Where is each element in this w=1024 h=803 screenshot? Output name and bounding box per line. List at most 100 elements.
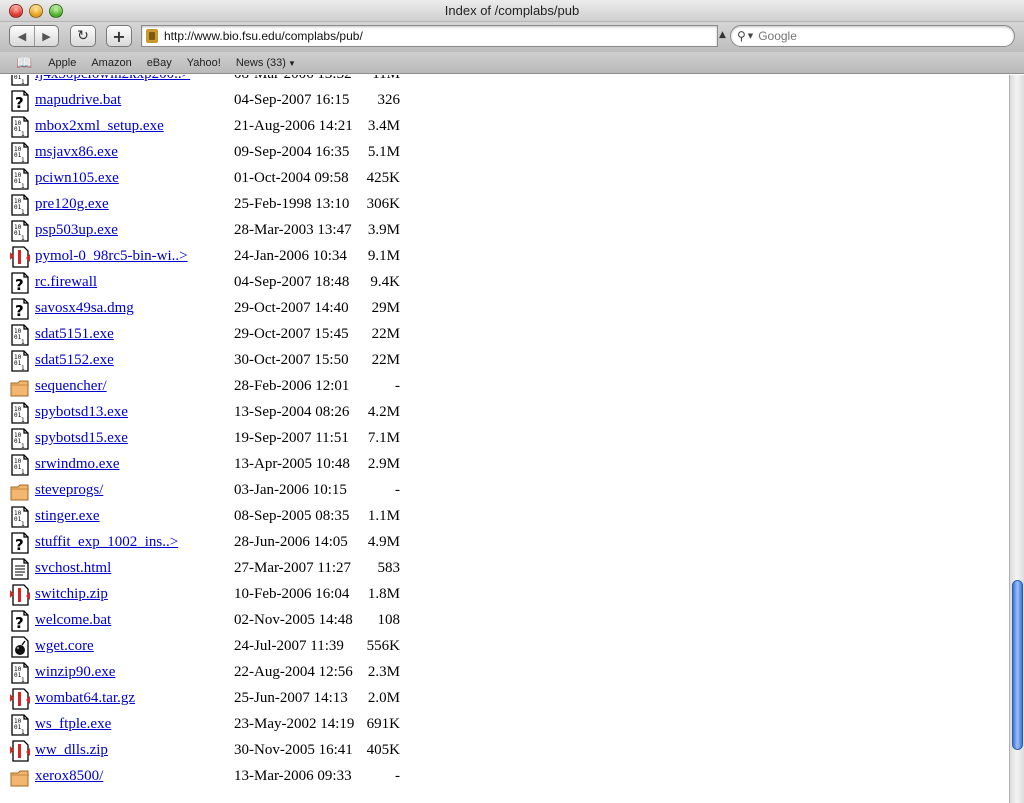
file-size: 4.9M <box>367 534 400 550</box>
compressed-file-icon[interactable] <box>10 688 30 710</box>
file-link[interactable]: pymol-0_98rc5-bin-wi..> <box>35 248 188 265</box>
file-link[interactable]: stuffit_exp_1002_ins..> <box>35 534 178 551</box>
file-link[interactable]: spybotsd13.exe <box>35 404 128 421</box>
text-file-icon[interactable] <box>10 558 30 580</box>
file-link[interactable]: svchost.html <box>35 560 111 577</box>
file-link[interactable]: savosx49sa.dmg <box>35 300 134 317</box>
binary-file-icon[interactable]: 10011 <box>10 454 30 476</box>
bookmark-yahoo[interactable]: Yahoo! <box>187 57 221 69</box>
compressed-file-icon[interactable] <box>10 246 30 268</box>
binary-file-icon[interactable]: 10011 <box>10 714 30 736</box>
binary-file-icon[interactable]: 10011 <box>10 220 30 242</box>
compressed-file-icon[interactable] <box>10 740 30 762</box>
file-modified-date: 09-Sep-2004 16:35 <box>234 144 350 160</box>
vertical-scrollbar[interactable] <box>1009 75 1024 803</box>
svg-text:?: ? <box>15 94 24 112</box>
binary-file-icon[interactable]: 10011 <box>10 428 30 450</box>
table-row: steveprogs/03-Jan-2006 10:15 - <box>0 477 420 503</box>
file-size: 2.0M <box>367 690 400 706</box>
binary-file-icon[interactable]: 10011 <box>10 142 30 164</box>
file-link[interactable]: ww_dlls.zip <box>35 742 108 759</box>
file-link[interactable]: sdat5152.exe <box>35 352 114 369</box>
folder-icon[interactable] <box>10 376 30 398</box>
binary-file-icon[interactable]: 10011 <box>10 75 30 86</box>
bookmarks-book-icon[interactable]: 📖 <box>16 55 32 71</box>
unknown-file-icon[interactable]: ? <box>10 298 30 320</box>
unknown-file-icon[interactable]: ? <box>10 532 30 554</box>
search-menu-arrow-icon[interactable]: ▼ <box>748 32 753 40</box>
file-link[interactable]: pre120g.exe <box>35 196 109 213</box>
scrollbar-thumb[interactable] <box>1012 580 1023 750</box>
unknown-file-icon[interactable]: ? <box>10 90 30 112</box>
search-input[interactable] <box>758 29 989 43</box>
binary-file-icon[interactable]: 10011 <box>10 194 30 216</box>
file-size: 306K <box>366 196 400 212</box>
core-dump-icon[interactable] <box>10 636 30 658</box>
folder-icon[interactable] <box>10 766 30 788</box>
table-row: 10 01 1 stinger.exe 08-Sep-2005 08:35 1.1M <box>0 503 420 529</box>
svg-text:1: 1 <box>21 729 25 736</box>
file-link[interactable]: wombat64.tar.gz <box>35 690 135 707</box>
table-row: 10 01 1 psp503up.exe 28-Mar-2003 13:47 3.9M <box>0 217 420 243</box>
file-link[interactable]: stinger.exe <box>35 508 100 525</box>
file-link[interactable]: xerox8500/ <box>35 768 103 785</box>
bookmark-amazon[interactable]: Amazon <box>91 57 131 69</box>
unknown-file-icon[interactable]: ? <box>10 272 30 294</box>
close-window-button[interactable] <box>9 4 23 18</box>
binary-file-icon[interactable]: 10011 <box>10 506 30 528</box>
minimize-window-button[interactable] <box>29 4 43 18</box>
table-row: 10 01 1 pciwn105.exe 01-Oct-2004 09:58 425K <box>0 165 420 191</box>
file-link[interactable]: winzip90.exe <box>35 664 115 681</box>
binary-file-icon[interactable]: 10011 <box>10 350 30 372</box>
svg-text:?: ? <box>15 614 24 632</box>
binary-file-icon[interactable]: 10011 <box>10 168 30 190</box>
file-link[interactable]: spybotsd15.exe <box>35 430 128 447</box>
search-field[interactable]: ⚲ ▼ <box>730 25 1015 47</box>
file-link[interactable]: srwindmo.exe <box>35 456 120 473</box>
address-text[interactable]: http://www.bio.fsu.edu/complabs/pub/ <box>164 29 363 43</box>
file-link[interactable]: lj4x50pcl6win2kxp200..> <box>35 75 190 83</box>
file-link[interactable]: psp503up.exe <box>35 222 118 239</box>
file-modified-date: 24-Jan-2006 10:34 <box>234 248 347 264</box>
forward-arrow-icon: ▶ <box>42 29 51 43</box>
bookmark-apple[interactable]: Apple <box>48 57 76 69</box>
file-modified-date: 03-Jan-2006 10:15 <box>234 482 347 498</box>
binary-file-icon[interactable]: 10011 <box>10 402 30 424</box>
file-link[interactable]: switchip.zip <box>35 586 108 603</box>
folder-icon[interactable] <box>10 480 30 502</box>
bookmark-news-menu[interactable]: News (33) ▼ <box>236 57 296 69</box>
binary-file-icon[interactable]: 10011 <box>10 662 30 684</box>
title-bar: Index of /complabs/pub <box>0 0 1024 22</box>
file-size: 691K <box>366 716 400 732</box>
file-link[interactable]: rc.firewall <box>35 274 97 291</box>
file-link[interactable]: mapudrive.bat <box>35 92 121 109</box>
file-size: 405K <box>366 742 400 758</box>
file-link[interactable]: sdat5151.exe <box>35 326 114 343</box>
binary-file-icon[interactable]: 10011 <box>10 116 30 138</box>
table-row: 10 01 1 winzip90.exe 22-Aug-2004 12:56 2.3M <box>0 659 420 685</box>
compressed-file-icon[interactable] <box>10 584 30 606</box>
reload-button[interactable]: ↻ <box>70 25 96 47</box>
file-modified-date: 29-Oct-2007 14:40 <box>234 300 349 316</box>
binary-file-icon[interactable]: 10011 <box>10 324 30 346</box>
forward-button[interactable]: ▶ <box>34 26 58 46</box>
zoom-window-button[interactable] <box>49 4 63 18</box>
file-link[interactable]: sequencher/ <box>35 378 107 395</box>
back-button[interactable]: ◀ <box>10 26 34 46</box>
file-link[interactable]: msjavx86.exe <box>35 144 118 161</box>
file-link[interactable]: pciwn105.exe <box>35 170 119 187</box>
file-link[interactable]: mbox2xml_setup.exe <box>35 118 164 135</box>
add-bookmark-button[interactable]: + <box>106 25 132 47</box>
file-link[interactable]: ws_ftple.exe <box>35 716 111 733</box>
file-link[interactable]: steveprogs/ <box>35 482 103 499</box>
file-size: 556K <box>366 638 400 654</box>
svg-text:1: 1 <box>21 183 25 190</box>
address-bar[interactable]: http://www.bio.fsu.edu/complabs/pub/ <box>141 25 718 47</box>
unknown-file-icon[interactable]: ? <box>10 610 30 632</box>
table-row: 10 01 1 sdat5152.exe 30-Oct-2007 15:50 22M <box>0 347 420 373</box>
bookmark-ebay[interactable]: eBay <box>147 57 172 69</box>
address-history-arrow-icon[interactable]: ▲ <box>719 30 726 40</box>
svg-text:1: 1 <box>21 417 25 424</box>
file-link[interactable]: welcome.bat <box>35 612 111 629</box>
file-link[interactable]: wget.core <box>35 638 94 655</box>
